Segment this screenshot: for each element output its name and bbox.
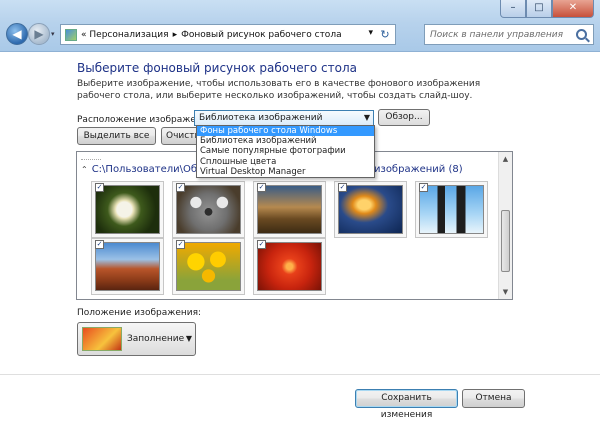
breadcrumb-desktop-background[interactable]: Фоновый рисунок рабочего стола	[181, 30, 342, 40]
dropdown-option-solid-colors[interactable]: Сплошные цвета	[197, 157, 374, 167]
image-koala	[176, 185, 241, 234]
close-button[interactable]: ✕	[552, 0, 594, 18]
control-panel-icon	[65, 28, 77, 41]
select-all-button[interactable]: Выделить все	[77, 127, 156, 145]
checkbox[interactable]: ✓	[95, 183, 104, 192]
cancel-button[interactable]: Отмена	[462, 389, 525, 408]
search-icon[interactable]	[576, 29, 587, 40]
gallery-group-header[interactable]: ⌃ C:\Пользователи\Общ	[81, 164, 207, 175]
dropdown-option-virtual-desktop-manager[interactable]: Virtual Desktop Manager	[197, 167, 374, 177]
maximize-button[interactable]: □	[526, 0, 552, 18]
picture-position-value: Заполнение	[127, 334, 185, 344]
checkbox[interactable]: ✓	[176, 183, 185, 192]
picture-position-select[interactable]: Заполнение ▼	[77, 322, 196, 356]
window-controls: – □ ✕	[500, 0, 594, 18]
back-button[interactable]: ◀	[6, 23, 28, 45]
thumbnail-chrysanthemum[interactable]: ✓	[91, 181, 164, 238]
thumbnail-koala[interactable]: ✓	[172, 181, 245, 238]
chevron-down-icon: ▼	[185, 334, 192, 343]
picture-location-value: Библиотека изображений	[199, 113, 323, 123]
picture-location-select[interactable]: Библиотека изображений ▼	[194, 110, 374, 126]
thumbnail-hydrangeas[interactable]: ✓	[253, 238, 326, 295]
image-tulips	[176, 242, 241, 291]
back-arrow-icon: ◀	[12, 27, 22, 41]
search-input[interactable]: Поиск в панели управления	[424, 24, 594, 45]
minimize-button[interactable]: –	[500, 0, 526, 18]
thumbnail-tulips[interactable]: ✓	[172, 238, 245, 295]
picture-location-dropdown-list: Фоны рабочего стола Windows Библиотека и…	[196, 125, 375, 178]
image-chrysanthemum	[95, 185, 160, 234]
breadcrumb-separator-icon[interactable]: ▸	[173, 30, 178, 40]
forward-arrow-icon: ▶	[34, 27, 44, 41]
image-desert	[95, 242, 160, 291]
checkbox[interactable]: ✓	[257, 240, 266, 249]
fill-preview-icon	[82, 327, 122, 351]
browse-button[interactable]: Обзор...	[378, 109, 430, 126]
dropdown-option-windows-backgrounds[interactable]: Фоны рабочего стола Windows	[197, 126, 374, 137]
scroll-up-icon[interactable]: ▲	[499, 152, 512, 166]
refresh-button[interactable]: ↻	[377, 26, 393, 43]
gallery-path: C:\Пользователи\Общ	[91, 164, 207, 175]
checkbox[interactable]: ✓	[338, 183, 347, 192]
page-description: Выберите изображение, чтобы использовать…	[77, 79, 481, 101]
picture-position-label: Положение изображения:	[77, 308, 202, 318]
collapse-chevron-icon[interactable]: ⌃	[81, 165, 88, 174]
checkbox[interactable]: ✓	[95, 240, 104, 249]
recent-pages-dropdown[interactable]: ▾	[51, 30, 55, 38]
navigation-row: ◀ ▶ ▾ « Персонализация ▸ Фоновый рисунок…	[0, 20, 600, 48]
chevron-down-icon: ▼	[363, 113, 370, 122]
address-bar[interactable]: « Персонализация ▸ Фоновый рисунок рабоч…	[60, 24, 396, 45]
footer-divider	[0, 374, 600, 375]
gallery-scrollbar[interactable]: ▲ ▼	[498, 152, 512, 299]
thumbnail-lighthouse[interactable]: ✓	[253, 181, 326, 238]
title-bar: – □ ✕ ◀ ▶ ▾ « Персонализация ▸ Фоновый р…	[0, 0, 600, 52]
thumbnail-penguins[interactable]: ✓	[415, 181, 488, 238]
thumbnail-desert[interactable]: ✓	[91, 238, 164, 295]
checkbox[interactable]: ✓	[176, 240, 185, 249]
breadcrumb-personalization[interactable]: Персонализация	[89, 30, 168, 40]
gallery-count: изображений (8)	[374, 164, 463, 175]
page-title: Выберите фоновый рисунок рабочего стола	[77, 61, 358, 75]
checkbox[interactable]: ✓	[257, 183, 266, 192]
image-lighthouse	[257, 185, 322, 234]
image-penguins	[419, 185, 484, 234]
address-dropdown-icon[interactable]: ▾	[368, 28, 373, 38]
image-jellyfish	[338, 185, 403, 234]
content-area: Выберите фоновый рисунок рабочего стола …	[0, 52, 600, 423]
forward-button[interactable]: ▶	[28, 23, 50, 45]
thumbnail-jellyfish[interactable]: ✓	[334, 181, 407, 238]
checkbox[interactable]: ✓	[419, 183, 428, 192]
save-changes-button[interactable]: Сохранить изменения	[355, 389, 458, 420]
dropdown-option-top-rated[interactable]: Самые популярные фотографии	[197, 146, 374, 156]
search-placeholder: Поиск в панели управления	[430, 29, 563, 40]
dropdown-option-pictures-library[interactable]: Библиотека изображений	[197, 136, 374, 146]
scroll-down-icon[interactable]: ▼	[499, 285, 512, 299]
gallery-divider	[81, 154, 101, 160]
scrollbar-thumb[interactable]	[501, 210, 510, 272]
image-hydrangeas	[257, 242, 322, 291]
